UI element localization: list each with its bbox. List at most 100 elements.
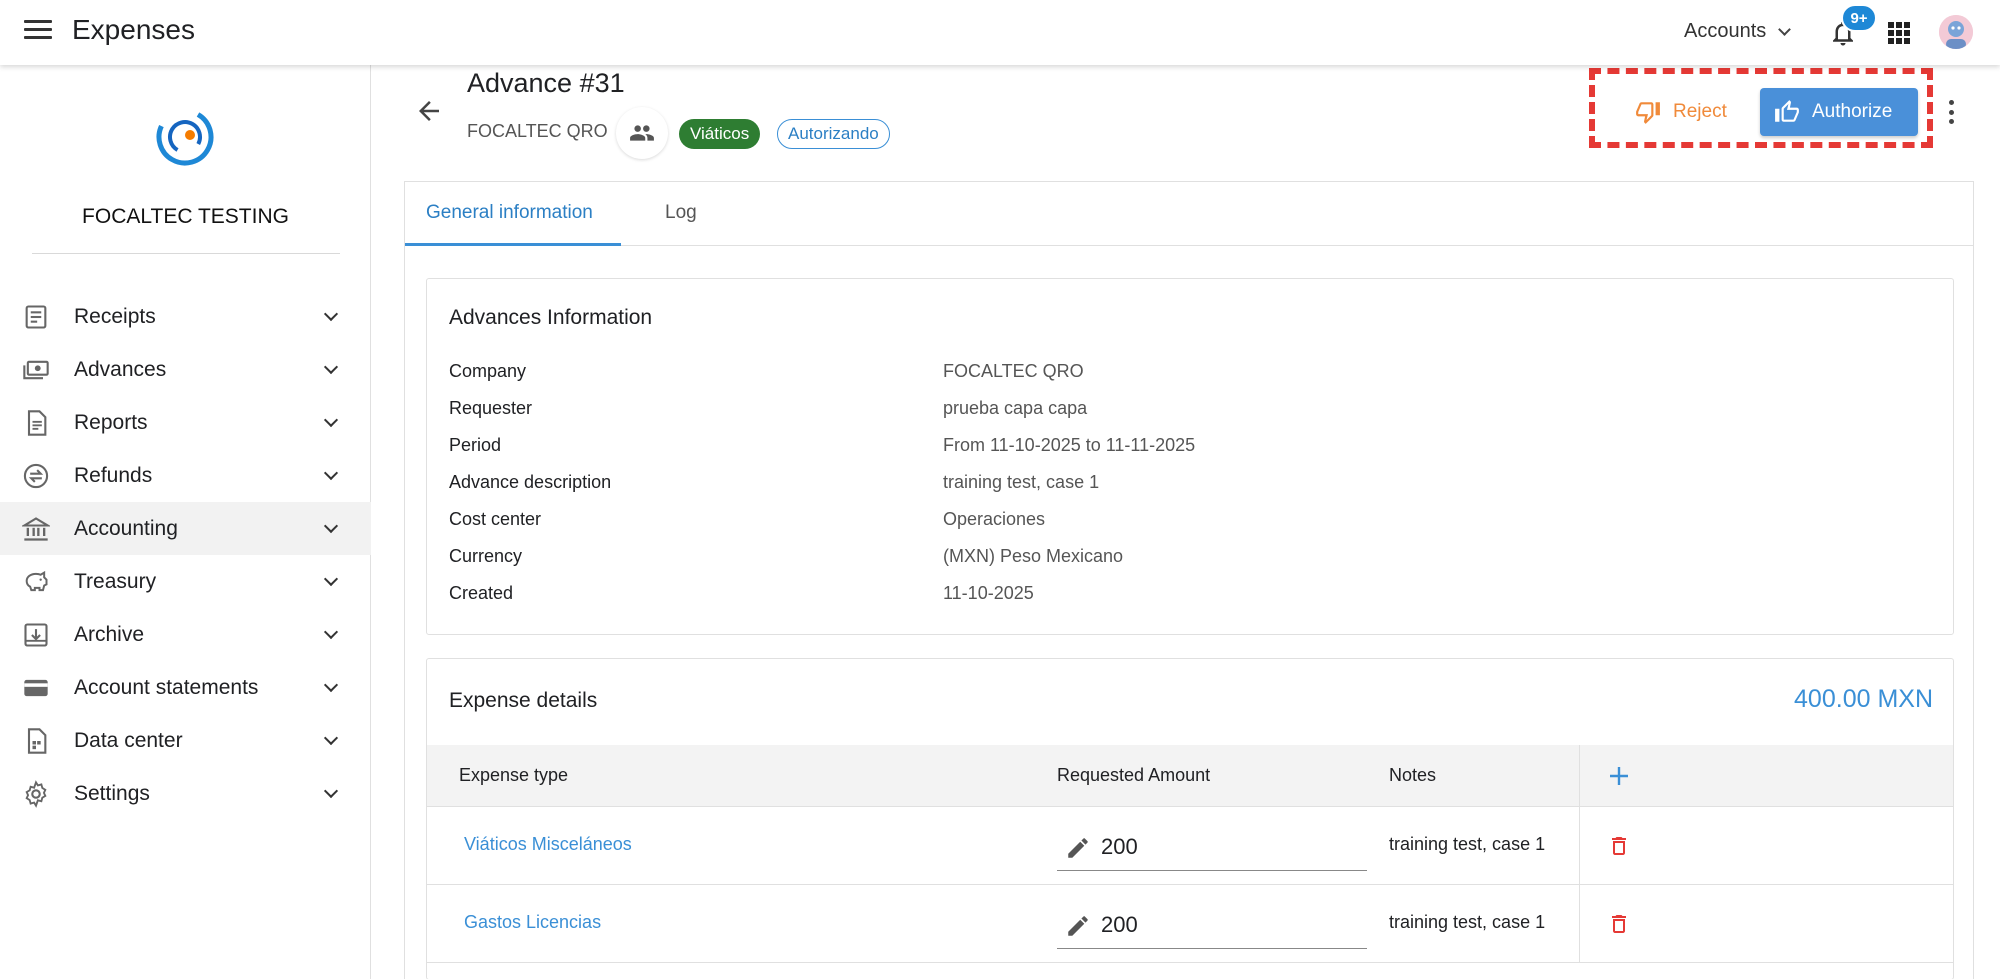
notes-cell: training test, case 1 — [1389, 912, 1546, 932]
archive-icon — [24, 622, 48, 647]
info-value: From 11-10-2025 to 11-11-2025 — [943, 435, 1196, 455]
data-icon — [27, 727, 47, 754]
notification-badge: 9+ — [1841, 4, 1877, 32]
app-title: Expenses — [72, 14, 195, 45]
info-row-company: Company FOCALTEC QRO — [449, 361, 1929, 398]
tab-log[interactable]: Log — [665, 202, 697, 224]
sidebar-item-label: Archive — [74, 622, 145, 646]
company-subtitle: FOCALTEC QRO — [467, 121, 608, 141]
chevron-down-icon — [323, 359, 339, 374]
sidebar-item-receipts[interactable]: Receipts — [0, 290, 371, 343]
more-options-icon[interactable] — [1943, 96, 1959, 128]
report-icon — [27, 409, 47, 436]
people-icon — [630, 125, 654, 141]
amount-input[interactable] — [1101, 909, 1351, 941]
info-row-period: Period From 11-10-2025 to 11-11-2025 — [449, 435, 1929, 472]
main-card: General information Log Advances Informa… — [404, 181, 1974, 979]
info-value: 11-10-2025 — [943, 583, 1034, 603]
info-label: Requester — [449, 398, 533, 418]
avatar[interactable] — [1939, 15, 1973, 49]
thumbs-down-icon — [1636, 102, 1660, 124]
divider — [32, 253, 340, 254]
amount-field[interactable] — [1057, 823, 1367, 871]
gear-icon — [25, 779, 47, 808]
expense-type-link[interactable]: Gastos Licencias — [464, 912, 601, 933]
notes-cell: training test, case 1 — [1389, 834, 1546, 854]
sidebar-item-refunds[interactable]: Refunds — [0, 449, 371, 502]
info-row-cost-center: Cost center Operaciones — [449, 509, 1929, 546]
pencil-icon — [1068, 838, 1088, 858]
info-label: Cost center — [449, 509, 542, 529]
apps-grid-icon[interactable] — [1888, 22, 1910, 44]
amount-field[interactable] — [1057, 901, 1367, 949]
accounts-dropdown[interactable]: Accounts — [1684, 20, 1792, 43]
sidebar-item-label: Refunds — [74, 463, 153, 487]
chevron-down-icon — [323, 306, 339, 321]
sidebar-item-label: Data center — [74, 728, 183, 752]
table-header: Expense type Requested Amount Notes — [427, 745, 1953, 807]
expense-total: 400.00 MXN — [1794, 685, 1933, 713]
info-label: Currency — [449, 546, 523, 566]
delete-row-button[interactable] — [1579, 885, 1658, 962]
info-label: Period — [449, 435, 502, 455]
amount-input[interactable] — [1101, 831, 1351, 863]
sidebar-item-label: Reports — [74, 410, 148, 434]
sidebar-item-archive[interactable]: Archive — [0, 608, 371, 661]
sidebar: FOCALTEC TESTING Receipts Advances Repor… — [0, 65, 371, 979]
info-value: (MXN) Peso Mexicano — [943, 546, 1124, 566]
chevron-down-icon — [323, 412, 339, 427]
status-badge: Autorizando — [777, 119, 890, 149]
authorize-label: Authorize — [1812, 101, 1893, 122]
info-row-description: Advance description training test, case … — [449, 472, 1929, 509]
info-value: training test, case 1 — [943, 472, 1100, 492]
section-title: Advances Information — [449, 306, 653, 329]
section-title: Expense details — [449, 689, 598, 712]
page-title: Advance #31 — [467, 68, 625, 98]
participants-button[interactable] — [616, 107, 668, 159]
tab-general-information[interactable]: General information — [426, 202, 593, 224]
info-row-requester: Requester prueba capa capa — [449, 398, 1929, 435]
table-row: Gastos Licencias training test, case 1 — [427, 885, 1953, 963]
accounts-label: Accounts — [1684, 20, 1767, 42]
menu-icon[interactable] — [24, 20, 52, 44]
sidebar-item-data-center[interactable]: Data center — [0, 714, 371, 767]
expense-type-link[interactable]: Viáticos Misceláneos — [464, 834, 632, 855]
chevron-down-icon — [1778, 22, 1792, 36]
reject-button[interactable]: Reject — [1621, 88, 1745, 136]
sidebar-item-advances[interactable]: Advances — [0, 343, 371, 396]
chevron-down-icon — [323, 465, 339, 480]
sidebar-item-label: Settings — [74, 781, 150, 805]
sidebar-item-treasury[interactable]: Treasury — [0, 555, 371, 608]
sidebar-item-settings[interactable]: Settings — [0, 767, 371, 820]
add-expense-button[interactable] — [1579, 745, 1658, 807]
delete-row-button[interactable] — [1579, 807, 1658, 884]
expense-details-panel: Expense details 400.00 MXN Expense type … — [426, 658, 1954, 979]
sidebar-item-label: Accounting — [74, 516, 178, 540]
sidebar-item-accounting[interactable]: Accounting — [0, 502, 371, 555]
org-name: FOCALTEC TESTING — [82, 205, 289, 228]
receipt-icon — [25, 304, 47, 329]
advances-info-panel: Advances Information Company FOCALTEC QR… — [426, 278, 1954, 635]
sidebar-item-label: Advances — [74, 357, 167, 381]
sidebar-item-account-statements[interactable]: Account statements — [0, 661, 371, 714]
tab-bar: General information Log — [405, 182, 1973, 246]
sidebar-item-reports[interactable]: Reports — [0, 396, 371, 449]
thumbs-up-icon — [1775, 100, 1799, 122]
sidebar-item-label: Account statements — [74, 675, 259, 699]
info-value: Operaciones — [943, 509, 1046, 529]
column-header-requested-amount: Requested Amount — [1057, 765, 1211, 785]
chevron-down-icon — [323, 518, 339, 533]
chevron-down-icon — [323, 677, 339, 692]
category-chip: Viáticos — [679, 119, 761, 149]
info-label: Created — [449, 583, 514, 603]
top-bar: Expenses Accounts 9+ — [0, 0, 2000, 65]
chevron-down-icon — [323, 624, 339, 639]
card-icon — [24, 679, 48, 696]
back-arrow-icon[interactable] — [414, 96, 444, 126]
company-logo — [156, 108, 214, 166]
authorize-button[interactable]: Authorize — [1760, 88, 1918, 136]
info-value: prueba capa capa — [943, 398, 1088, 418]
reject-label: Reject — [1673, 101, 1727, 122]
column-header-expense-type: Expense type — [459, 765, 569, 785]
info-row-created: Created 11-10-2025 — [449, 583, 1929, 620]
